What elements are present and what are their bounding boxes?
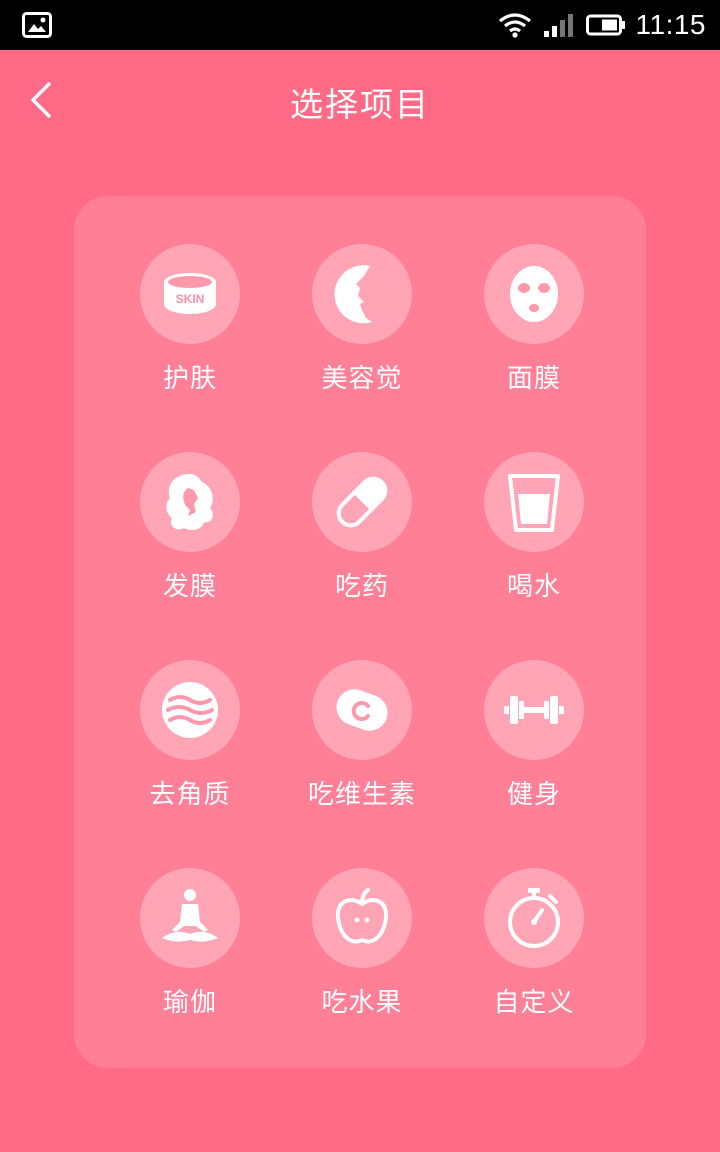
- face-mask-icon: [510, 266, 558, 322]
- item-label: 瑜伽: [162, 988, 217, 1018]
- page-title: 选择项目: [290, 85, 430, 124]
- item-label: 吃药: [334, 572, 389, 602]
- item-skincare[interactable]: SKIN 护肤: [104, 244, 276, 452]
- item-icon-circle: [484, 244, 584, 344]
- moon-face-icon: [334, 265, 372, 324]
- item-icon-circle: [484, 660, 584, 760]
- item-label: 面膜: [506, 364, 561, 394]
- item-icon-circle: [140, 452, 240, 552]
- project-grid: SKIN 护肤 美容觉 面膜 发膜 吃药 喝水 去角质 吃维生素 健身 瑜伽 吃…: [104, 244, 620, 1076]
- yoga-icon: [162, 889, 218, 942]
- water-glass-icon: [508, 474, 560, 532]
- status-icons: 11:15: [498, 0, 707, 50]
- item-label: 护肤: [162, 364, 217, 394]
- item-label: 吃维生素: [307, 780, 416, 810]
- svg-text:SKIN: SKIN: [176, 292, 205, 306]
- waves-icon: [162, 682, 218, 738]
- item-icon-circle: [312, 452, 412, 552]
- item-icon-circle: [484, 868, 584, 968]
- header: 选择项目: [0, 50, 720, 150]
- item-label: 发膜: [162, 572, 217, 602]
- item-face-mask[interactable]: 面膜: [448, 244, 620, 452]
- item-exfoliate[interactable]: 去角质: [104, 660, 276, 868]
- skin-cream-icon: SKIN: [164, 273, 216, 314]
- item-icon-circle: [484, 452, 584, 552]
- item-label: 去角质: [149, 780, 231, 810]
- item-label: 喝水: [506, 572, 561, 602]
- item-fruit[interactable]: 吃水果: [276, 868, 448, 1076]
- item-beauty-sleep[interactable]: 美容觉: [276, 244, 448, 452]
- status-time: 11:15: [635, 9, 706, 40]
- item-fitness[interactable]: 健身: [448, 660, 620, 868]
- project-panel: SKIN 护肤 美容觉 面膜 发膜 吃药 喝水 去角质 吃维生素 健身 瑜伽 吃…: [74, 196, 646, 1068]
- wifi-icon: [498, 13, 531, 38]
- signal-icon: [543, 14, 573, 37]
- item-yoga[interactable]: 瑜伽: [104, 868, 276, 1076]
- item-label: 健身: [506, 780, 561, 810]
- battery-icon: [585, 14, 625, 36]
- pill-icon: [336, 476, 388, 528]
- item-label: 吃水果: [321, 988, 403, 1018]
- item-icon-circle: [140, 660, 240, 760]
- apple-icon: [335, 888, 389, 944]
- item-icon-circle: SKIN: [140, 244, 240, 344]
- item-label: 美容觉: [321, 364, 403, 394]
- hair-icon: [166, 474, 213, 530]
- item-icon-circle: [140, 868, 240, 968]
- item-label: 自定义: [493, 988, 575, 1018]
- stopwatch-icon: [508, 888, 560, 948]
- item-icon-circle: [312, 244, 412, 344]
- vitamin-c-icon: [336, 689, 388, 731]
- item-drink-water[interactable]: 喝水: [448, 452, 620, 660]
- dumbbell-icon: [504, 696, 564, 724]
- item-hair-mask[interactable]: 发膜: [104, 452, 276, 660]
- gallery-icon: [22, 12, 52, 38]
- item-icon-circle: [312, 868, 412, 968]
- item-custom[interactable]: 自定义: [448, 868, 620, 1076]
- status-bar: 11:15: [0, 0, 720, 50]
- item-icon-circle: [312, 660, 412, 760]
- item-medicine[interactable]: 吃药: [276, 452, 448, 660]
- item-vitamins[interactable]: 吃维生素: [276, 660, 448, 868]
